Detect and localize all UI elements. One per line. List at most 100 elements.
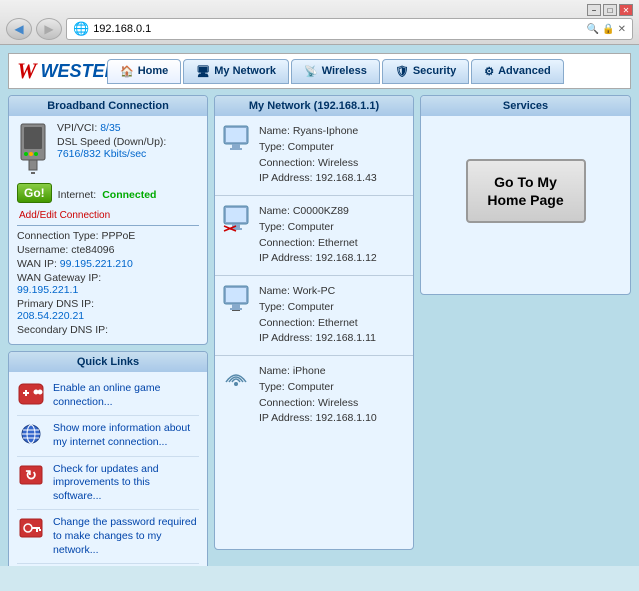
wan-ip-value[interactable]: 99.195.221.210 xyxy=(60,258,133,270)
update-icon: ↻ xyxy=(17,463,45,487)
internet-status: Connected xyxy=(102,189,156,201)
device-1-ip: 192.168.1.43 xyxy=(315,172,376,184)
device-4-name: iPhone xyxy=(293,365,326,377)
device-3-conn-label: Connection: xyxy=(259,317,318,329)
go-button[interactable]: Go! xyxy=(17,183,52,203)
device-1-type: Computer xyxy=(288,141,334,153)
quick-link-updates[interactable]: ↻ Check for updates and improvements to … xyxy=(17,457,199,511)
vpi-vci-value[interactable]: 8/35 xyxy=(100,122,120,134)
right-col: Services Go To My Home Page xyxy=(420,95,631,550)
username-label: Username: xyxy=(17,244,68,256)
services-header: Services xyxy=(421,96,630,116)
username-value: cte84096 xyxy=(71,244,114,256)
separator-1 xyxy=(17,225,199,226)
game-icon xyxy=(17,382,45,406)
title-bar: − □ ✕ xyxy=(6,4,633,16)
goto-homepage-line1: Go To My xyxy=(494,174,557,190)
modem-svg xyxy=(17,122,49,174)
back-button[interactable]: ◀ xyxy=(6,18,32,40)
close-button[interactable]: ✕ xyxy=(619,4,633,16)
username-field: Username: cte84096 xyxy=(17,244,199,256)
maximize-button[interactable]: □ xyxy=(603,4,617,16)
browser-icon: 🌐 xyxy=(73,21,89,37)
device-1-conn-label: Connection: xyxy=(259,157,318,169)
logo-area: W WESTELL xyxy=(17,58,107,84)
add-edit-link[interactable]: Add/Edit Connection xyxy=(19,210,110,221)
quick-links-panel: Quick Links Enable an online game connec… xyxy=(8,351,208,566)
tab-my-network[interactable]: 🖥 My Network xyxy=(183,59,289,84)
device-3-ip-label: IP Address: xyxy=(259,332,315,344)
quick-link-updates-label: Check for updates and improvements to th… xyxy=(53,463,199,504)
device-4-conn-label: Connection: xyxy=(259,397,318,409)
quick-link-internet-info[interactable]: Show more information about my internet … xyxy=(17,416,199,456)
dsl-speed-value[interactable]: 7616/832 Kbits/sec xyxy=(57,148,146,160)
tab-home[interactable]: 🏠 Home xyxy=(107,59,181,84)
globe-icon xyxy=(17,422,45,446)
search-icon[interactable]: 🔍 xyxy=(587,24,599,35)
left-col: Broadband Connection xyxy=(8,95,208,550)
minimize-button[interactable]: − xyxy=(587,4,601,16)
conn-type-field: Connection Type: PPPoE xyxy=(17,230,199,242)
tab-security[interactable]: 🛡 Security xyxy=(382,59,469,84)
browser-chrome: − □ ✕ ◀ ▶ 🌐 192.168.0.1 🔍 🔒 ✕ xyxy=(0,0,639,45)
my-network-header: My Network (192.168.1.1) xyxy=(215,96,413,116)
conn-type-label: Connection Type: xyxy=(17,230,99,242)
main-content: W WESTELL 🏠 Home 🖥 My Network 📡 Wireless… xyxy=(0,45,639,566)
primary-dns-label: Primary DNS IP: xyxy=(17,298,94,310)
nav-tabs: 🏠 Home 🖥 My Network 📡 Wireless 🛡 Securit… xyxy=(107,59,622,84)
address-bar-icons: 🔍 🔒 ✕ xyxy=(587,24,626,35)
broadband-panel-body: VPI/VCI: 8/35 DSL Speed (Down/Up): 7616/… xyxy=(9,116,207,344)
wan-gateway-value[interactable]: 99.195.221.1 xyxy=(17,284,78,296)
quick-link-test[interactable]: Test Connection xyxy=(17,564,199,566)
my-network-panel: My Network (192.168.1.1) Name: Ryans-Iph… xyxy=(214,95,414,550)
quick-link-password[interactable]: Change the password required to make cha… xyxy=(17,510,199,564)
window-controls: − □ ✕ xyxy=(587,4,633,16)
url-input[interactable]: 192.168.0.1 xyxy=(93,23,583,35)
svg-text:↻: ↻ xyxy=(25,467,37,483)
refresh-icon[interactable]: ✕ xyxy=(618,24,626,35)
device-2-conn: Ethernet xyxy=(318,237,358,249)
vpi-vci-field: VPI/VCI: 8/35 xyxy=(57,122,199,134)
device-ryans-iphone: Name: Ryans-Iphone Type: Computer Connec… xyxy=(215,116,413,196)
quick-link-game[interactable]: Enable an online game connection... xyxy=(17,376,199,416)
device-list: Name: Ryans-Iphone Type: Computer Connec… xyxy=(215,116,413,435)
services-body: Go To My Home Page xyxy=(421,116,630,266)
mid-col: My Network (192.168.1.1) Name: Ryans-Iph… xyxy=(214,95,414,550)
wan-ip-field: WAN IP: 99.195.221.210 xyxy=(17,258,199,270)
bb-info: VPI/VCI: 8/35 DSL Speed (Down/Up): 7616/… xyxy=(57,122,199,179)
device-1-name: Ryans-Iphone xyxy=(293,125,358,137)
home-icon: 🏠 xyxy=(120,65,134,78)
tab-my-network-label: My Network xyxy=(214,65,276,77)
security-icon: 🛡 xyxy=(395,65,409,78)
bb-row: VPI/VCI: 8/35 DSL Speed (Down/Up): 7616/… xyxy=(17,122,199,179)
device-4-ip: 192.168.1.10 xyxy=(315,412,376,424)
services-panel: Services Go To My Home Page xyxy=(420,95,631,295)
address-bar[interactable]: 🌐 192.168.0.1 🔍 🔒 ✕ xyxy=(66,18,633,40)
broadband-panel: Broadband Connection xyxy=(8,95,208,345)
forward-button[interactable]: ▶ xyxy=(36,18,62,40)
primary-dns-value[interactable]: 208.54.220.21 xyxy=(17,310,84,322)
tab-home-label: Home xyxy=(138,65,169,77)
secondary-dns-field: Secondary DNS IP: xyxy=(17,324,199,336)
three-cols: Broadband Connection xyxy=(8,95,631,550)
device-1-type-label: Type: xyxy=(259,141,288,153)
device-2-ip: 192.168.1.12 xyxy=(315,252,376,264)
device-c0000kz89: Name: C0000KZ89 Type: Computer Connectio… xyxy=(215,196,413,276)
tab-wireless[interactable]: 📡 Wireless xyxy=(291,59,380,84)
tab-advanced[interactable]: ⚙ Advanced xyxy=(471,59,563,84)
goto-homepage-button[interactable]: Go To My Home Page xyxy=(466,159,586,223)
device-work-pc: Name: Work-PC Type: Computer Connection:… xyxy=(215,276,413,356)
network-icon: 🖥 xyxy=(196,65,210,78)
device-4-conn: Wireless xyxy=(318,397,358,409)
device-2-info: Name: C0000KZ89 Type: Computer Connectio… xyxy=(259,204,377,267)
device-icon-3 xyxy=(221,284,251,315)
device-2-name-label: Name: xyxy=(259,205,293,217)
device-3-type-label: Type: xyxy=(259,301,288,313)
tab-security-label: Security xyxy=(413,65,456,77)
device-3-name: Work-PC xyxy=(293,285,335,297)
go-internet-row: Go! Internet: Connected xyxy=(17,183,199,207)
device-2-name: C0000KZ89 xyxy=(293,205,349,217)
wireless-icon: 📡 xyxy=(304,65,318,78)
dsl-speed-field: DSL Speed (Down/Up): 7616/832 Kbits/sec xyxy=(57,136,199,160)
device-iphone: Name: iPhone Type: Computer Connection: … xyxy=(215,356,413,435)
